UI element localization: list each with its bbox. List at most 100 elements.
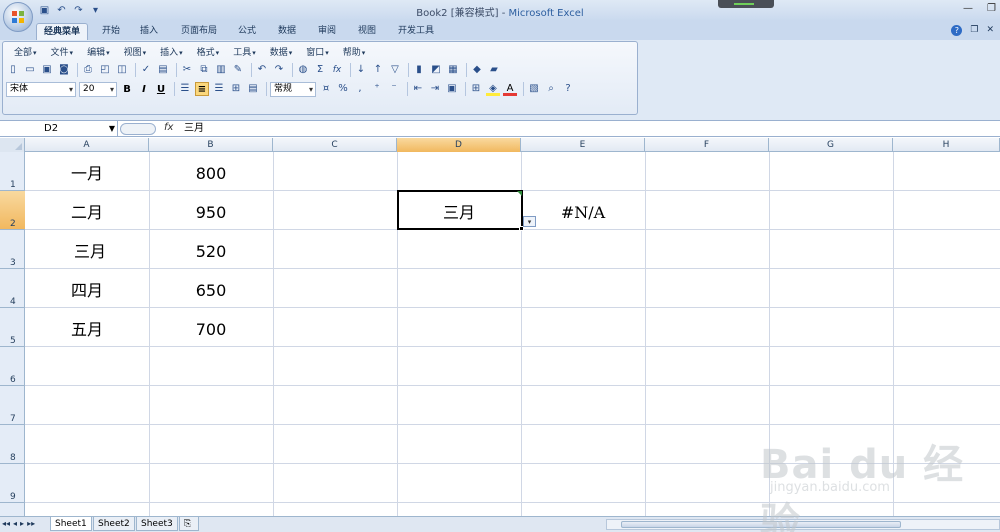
name-box[interactable]: D2 ▼ <box>0 121 118 137</box>
print-icon[interactable]: ⎙ <box>81 63 95 77</box>
minimize-icon[interactable]: — <box>963 3 973 14</box>
tab-home[interactable]: 开始 <box>96 23 126 40</box>
number-format-select[interactable]: 常规 <box>270 81 316 97</box>
restore-icon[interactable]: ❐ <box>987 3 996 14</box>
table-icon[interactable]: ▦ <box>446 63 460 77</box>
cell-a3[interactable]: 三月 <box>25 232 155 271</box>
folder-icon[interactable]: ▰ <box>487 63 501 77</box>
chart-icon[interactable]: ▮ <box>412 63 426 77</box>
zoom-icon[interactable]: ⌕ <box>544 82 558 96</box>
cell-style-icon[interactable]: ▣ <box>445 82 459 96</box>
cell-e2[interactable]: #N/A <box>521 193 645 232</box>
increase-indent-icon[interactable]: ⇥ <box>428 82 442 96</box>
menu-file[interactable]: 文件 <box>44 45 81 59</box>
column-header-g[interactable]: G <box>769 138 893 152</box>
formula-input[interactable]: 三月 <box>184 121 204 137</box>
show-hide-icon[interactable]: ◆ <box>470 63 484 77</box>
decrease-decimal-icon[interactable]: ⁻ <box>387 82 401 96</box>
underline-button[interactable]: U <box>154 82 168 96</box>
menu-window[interactable]: 窗口 <box>299 45 336 59</box>
align-center-icon[interactable]: ≡ <box>195 82 209 96</box>
cell-b5[interactable]: 700 <box>149 310 273 349</box>
row-header-3[interactable]: 3 <box>0 230 25 269</box>
row-header-9[interactable]: 9 <box>0 464 25 503</box>
row-header-7[interactable]: 7 <box>0 386 25 425</box>
column-header-b[interactable]: B <box>149 138 273 152</box>
align-left-icon[interactable]: ☰ <box>178 82 192 96</box>
column-header-h[interactable]: H <box>893 138 1000 152</box>
redo-icon[interactable]: ↷ <box>272 63 286 77</box>
autosum-icon[interactable]: Σ <box>313 63 327 77</box>
fill-color-icon[interactable]: ◈ <box>486 82 500 96</box>
sheet-tab-sheet1[interactable]: Sheet1 <box>50 517 92 531</box>
help-icon[interactable]: ? <box>951 25 963 36</box>
filter-icon[interactable]: ▽ <box>388 63 402 77</box>
menu-edit[interactable]: 编辑 <box>80 45 117 59</box>
tab-page-layout[interactable]: 页面布局 <box>174 23 224 40</box>
row-header-1[interactable]: 1 <box>0 152 25 191</box>
column-header-a[interactable]: A <box>25 138 149 152</box>
cell-a4[interactable]: 四月 <box>25 271 149 310</box>
menu-format[interactable]: 格式 <box>190 45 227 59</box>
paste-icon[interactable]: ▥ <box>214 63 228 77</box>
font-name-select[interactable]: 宋体 <box>6 81 76 97</box>
drawing-icon[interactable]: ◩ <box>429 63 443 77</box>
cell-b4[interactable]: 650 <box>149 271 273 310</box>
new-icon[interactable]: ▯ <box>6 63 20 77</box>
cut-icon[interactable]: ✂ <box>180 63 194 77</box>
smart-tag-dropdown-icon[interactable]: ▾ <box>523 216 536 227</box>
ribbon-close-icon[interactable]: ✕ <box>986 25 994 36</box>
insert-sheet-icon[interactable]: ⎘ <box>179 517 199 531</box>
name-box-dropdown-icon[interactable]: ▼ <box>109 121 115 136</box>
row-header-6[interactable]: 6 <box>0 347 25 386</box>
menu-data[interactable]: 数据 <box>263 45 300 59</box>
research-icon[interactable]: ◫ <box>115 63 129 77</box>
column-header-e[interactable]: E <box>521 138 645 152</box>
menu-help[interactable]: 帮助 <box>336 45 373 59</box>
print-preview-icon[interactable]: ◰ <box>98 63 112 77</box>
tab-classic-menu[interactable]: 经典菜单 <box>36 23 88 40</box>
menu-tools[interactable]: 工具 <box>226 45 263 59</box>
sheet-tab-sheet2[interactable]: Sheet2 <box>93 517 135 531</box>
cell-b2[interactable]: 950 <box>149 193 273 232</box>
tab-insert[interactable]: 插入 <box>134 23 164 40</box>
tab-review[interactable]: 审阅 <box>312 23 342 40</box>
tab-developer[interactable]: 开发工具 <box>392 23 440 40</box>
tab-data[interactable]: 数据 <box>272 23 302 40</box>
cell-a5[interactable]: 五月 <box>25 310 149 349</box>
insert-function-button[interactable]: fx <box>164 122 173 133</box>
menu-insert[interactable]: 插入 <box>153 45 190 59</box>
copy-icon[interactable]: ⧉ <box>197 63 211 77</box>
ribbon-restore-icon[interactable]: ❐ <box>970 25 978 36</box>
help-circle-icon[interactable]: ? <box>561 82 575 96</box>
cell-b1[interactable]: 800 <box>149 154 273 193</box>
row-header-5[interactable]: 5 <box>0 308 25 347</box>
research-book-icon[interactable]: ▤ <box>156 63 170 77</box>
insert-function-icon[interactable]: fx <box>330 63 344 77</box>
column-header-f[interactable]: F <box>645 138 769 152</box>
merge-center-icon[interactable]: ⊞ <box>229 82 243 96</box>
percent-icon[interactable]: % <box>336 82 350 96</box>
save-icon[interactable]: ▣ <box>40 63 54 77</box>
cell-a2[interactable]: 二月 <box>25 193 149 232</box>
sort-descending-icon[interactable]: ↑ <box>371 63 385 77</box>
column-header-d[interactable]: D <box>397 138 521 152</box>
sheet-tab-sheet3[interactable]: Sheet3 <box>136 517 178 531</box>
office-button[interactable] <box>3 2 33 32</box>
font-color-icon[interactable]: A <box>503 82 517 96</box>
tab-view[interactable]: 视图 <box>352 23 382 40</box>
column-header-c[interactable]: C <box>273 138 397 152</box>
comma-icon[interactable]: , <box>353 82 367 96</box>
increase-decimal-icon[interactable]: ⁺ <box>370 82 384 96</box>
picture-icon[interactable]: ▧ <box>527 82 541 96</box>
wrap-icon[interactable]: ▤ <box>246 82 260 96</box>
sort-ascending-icon[interactable]: ↓ <box>354 63 368 77</box>
italic-button[interactable]: I <box>137 82 151 96</box>
borders-icon[interactable]: ⊞ <box>469 82 483 96</box>
undo-icon[interactable]: ↶ <box>255 63 269 77</box>
tab-formulas[interactable]: 公式 <box>232 23 262 40</box>
open-icon[interactable]: ▭ <box>23 63 37 77</box>
last-sheet-icon[interactable]: ▸▸ <box>27 519 35 528</box>
hyperlink-icon[interactable]: ◍ <box>296 63 310 77</box>
row-header-4[interactable]: 4 <box>0 269 25 308</box>
